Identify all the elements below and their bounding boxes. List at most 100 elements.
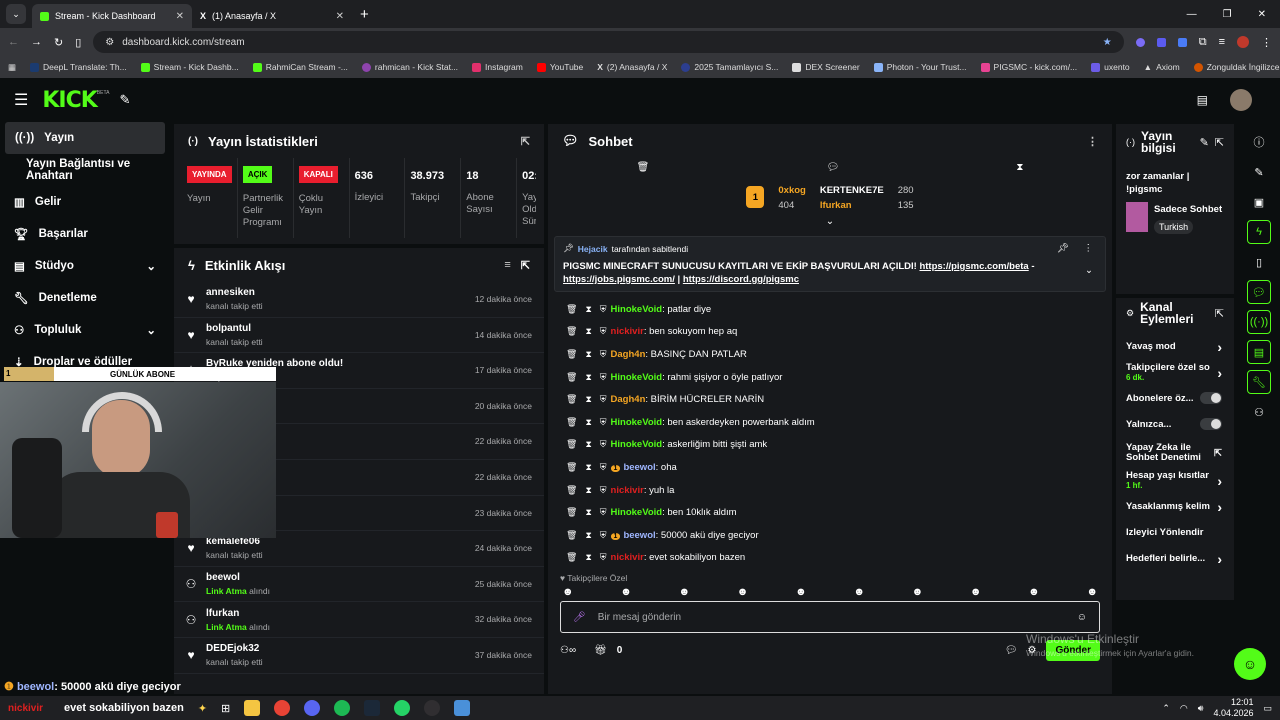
trash-icon[interactable]: 🗑︎ bbox=[566, 485, 577, 496]
sidebar-item-topluluk[interactable]: ⚇ Topluluk ⌄ bbox=[0, 314, 170, 346]
obs-icon[interactable] bbox=[424, 700, 441, 716]
channel-action[interactable]: Takipçilere özel so 6 dk. › bbox=[1116, 360, 1234, 386]
shield-icon[interactable]: ⛨ bbox=[600, 326, 607, 337]
chat-message[interactable]: 🗑︎ ⧗ ⛨ HinokeVoid: ben 10klık aldım bbox=[548, 501, 1112, 524]
tab-x[interactable]: X (1) Anasayfa / X ✕ bbox=[192, 4, 352, 28]
shield-icon[interactable]: ⛨ bbox=[600, 372, 607, 383]
more-icon[interactable]: ⋮ bbox=[1087, 135, 1098, 148]
sidebar-item-denetleme[interactable]: 🔧︎ Denetleme bbox=[0, 282, 170, 314]
close-tab-icon[interactable]: ✕ bbox=[176, 11, 184, 22]
hourglass-icon[interactable]: ⧗ bbox=[585, 349, 591, 360]
edit-icon[interactable]: ✎ bbox=[1200, 136, 1209, 149]
microphone-icon[interactable]: 🎤︎ bbox=[573, 612, 586, 623]
emote-icon[interactable]: ☻ bbox=[562, 586, 574, 598]
chat-message[interactable]: 🗑︎ ⧗ ⛨ 1 beewol: oha bbox=[548, 456, 1112, 479]
sidebar-item-studyo[interactable]: ▤ Stüdyo ⌄ bbox=[0, 250, 170, 282]
chat-bubble-icon[interactable]: 💬︎ bbox=[1247, 280, 1271, 304]
pinned-link[interactable]: https://pigsmc.com/beta bbox=[919, 261, 1028, 272]
chat-username[interactable]: nickivir bbox=[611, 552, 644, 563]
chat-username[interactable]: nickivir bbox=[611, 326, 644, 337]
shield-icon[interactable]: ⛨ bbox=[600, 530, 607, 541]
shield-icon[interactable]: ⛨ bbox=[600, 462, 607, 473]
back-icon[interactable]: ← bbox=[8, 36, 19, 48]
hourglass-icon[interactable]: ⧗ bbox=[585, 485, 591, 496]
hourglass-icon[interactable]: ⧗ bbox=[585, 372, 591, 383]
toggle-switch[interactable] bbox=[1200, 391, 1222, 407]
sidebar-item-gelir[interactable]: ▥ Gelir bbox=[0, 186, 170, 218]
bookmark-kick-dashboard[interactable]: Stream - Kick Dashb... bbox=[140, 62, 239, 72]
shield-icon[interactable]: ⛨ bbox=[600, 349, 607, 360]
trash-icon[interactable]: 🗑︎ bbox=[566, 326, 577, 337]
apps-grid-icon[interactable]: ▦ bbox=[8, 62, 16, 73]
bookmark-kick-stats[interactable]: rahmican - Kick Stat... bbox=[361, 62, 458, 72]
trash-icon[interactable]: 🗑︎ bbox=[566, 394, 577, 405]
tray-expand-icon[interactable]: ⌃ bbox=[1162, 703, 1170, 714]
hourglass-icon[interactable]: ⧗ bbox=[585, 530, 591, 541]
hamburger-menu-icon[interactable]: ☰ bbox=[14, 90, 28, 110]
emote-icon[interactable]: ☻ bbox=[1086, 586, 1098, 598]
leader-name[interactable]: KERTENKE7E bbox=[820, 185, 884, 196]
popout-icon[interactable]: ⇱ bbox=[521, 259, 530, 272]
shield-icon[interactable]: ⛨ bbox=[600, 394, 607, 405]
sidebar-item-stream-key[interactable]: Yayın Bağlantısı ve Anahtarı bbox=[0, 154, 170, 186]
close-tab-icon[interactable]: ✕ bbox=[336, 11, 344, 22]
chat-message[interactable]: 🗑︎ ⧗ ⛨ HinokeVoid: ben askerdeyken powerban… bbox=[548, 411, 1112, 434]
support-button[interactable]: ☺ bbox=[1234, 648, 1266, 680]
channel-action[interactable]: İzleyici Yönlendir bbox=[1116, 520, 1234, 546]
popout-icon[interactable]: ⇱ bbox=[521, 135, 530, 148]
chevron-down-icon[interactable]: ⌄ bbox=[1085, 265, 1093, 276]
chevron-right-icon[interactable]: › bbox=[1217, 551, 1222, 567]
new-tab-button[interactable]: + bbox=[360, 6, 369, 23]
emote-icon[interactable]: ☻ bbox=[737, 586, 749, 598]
pinned-by[interactable]: Hejacik bbox=[578, 244, 608, 254]
sidebar-item-yayin[interactable]: ((·)) Yayın bbox=[5, 122, 165, 154]
channel-action[interactable]: Yalnızca... bbox=[1116, 412, 1234, 438]
hourglass-icon[interactable]: ⧗ bbox=[1016, 162, 1023, 173]
emoji-icon[interactable]: ☺ bbox=[1077, 612, 1087, 623]
activity-event[interactable]: ♥ bolpantul kanalı takip etti 14 dakika önc… bbox=[174, 318, 544, 354]
emote-icon[interactable]: ☻ bbox=[1028, 586, 1040, 598]
user-avatar[interactable] bbox=[1230, 89, 1252, 111]
emote-icon[interactable]: ☻ bbox=[679, 586, 691, 598]
chevron-right-icon[interactable]: › bbox=[1217, 339, 1222, 355]
edit-icon[interactable]: ✎ bbox=[1247, 160, 1271, 184]
bookmark-tamamlayici[interactable]: 2025 Tamamlayıcı S... bbox=[681, 62, 778, 72]
leader-name[interactable]: lfurkan bbox=[820, 200, 884, 211]
hourglass-icon[interactable]: ⧗ bbox=[585, 304, 591, 315]
activity-event[interactable]: ♥ DEDEjok32 kanalı takip etti 37 dakika önc… bbox=[174, 638, 544, 674]
forward-icon[interactable]: → bbox=[31, 36, 42, 48]
shield-icon[interactable]: ⛨ bbox=[600, 552, 607, 563]
channel-action[interactable]: Yasaklanmış kelim › bbox=[1116, 494, 1234, 520]
activity-event[interactable]: ⚇ lfurkan Link Atma alındı 32 dakika önce bbox=[174, 602, 544, 638]
bookmark-star-icon[interactable]: ★ bbox=[1103, 37, 1112, 48]
trash-icon[interactable]: 🗑︎ bbox=[566, 349, 577, 360]
community-icon[interactable]: ⚇∞ bbox=[560, 645, 576, 656]
clock[interactable]: 12:01 4.04.2026 bbox=[1213, 697, 1253, 719]
chat-username[interactable]: HinokeVoid bbox=[611, 507, 663, 518]
shield-icon[interactable]: ⛨ bbox=[600, 507, 607, 518]
trash-icon[interactable]: 🗑︎ bbox=[566, 507, 577, 518]
bookmark-axiom[interactable]: ▲ Axiom bbox=[1144, 62, 1180, 72]
chat-username[interactable]: beewol bbox=[623, 530, 655, 541]
collapse-leaderboard-icon[interactable]: ⌄ bbox=[548, 216, 1112, 230]
discord-icon[interactable] bbox=[304, 700, 321, 716]
bookmark-deepl[interactable]: DeepL Translate: Th... bbox=[30, 62, 127, 72]
bookmark-dex-screener[interactable]: DEX Screener bbox=[792, 62, 860, 72]
unpin-icon[interactable]: 📌︎ bbox=[1057, 243, 1069, 254]
hourglass-icon[interactable]: ⧗ bbox=[585, 552, 591, 563]
channel-action[interactable]: Abonelere öz... bbox=[1116, 386, 1234, 412]
activity-event[interactable]: ♥ annesiken kanalı takip etti 12 dakika önc… bbox=[174, 282, 544, 318]
chat-message[interactable]: 🗑︎ ⧗ ⛨ nickivir: yuh la bbox=[548, 479, 1112, 502]
chat-username[interactable]: HinokeVoid bbox=[611, 417, 663, 428]
kick-logo[interactable]: KICK bbox=[42, 88, 97, 113]
community-icon[interactable]: ⚇ bbox=[1247, 400, 1271, 424]
reading-list-icon[interactable]: ≡ bbox=[1219, 36, 1225, 48]
more-icon[interactable]: ⋮ bbox=[1084, 243, 1094, 254]
whatsapp-icon[interactable] bbox=[394, 700, 411, 716]
close-window-icon[interactable]: ✕ bbox=[1258, 9, 1266, 20]
info-icon[interactable]: ⓘ bbox=[1247, 130, 1271, 154]
chat-message[interactable]: 🗑︎ ⧗ ⛨ Dagh4n: BASINÇ DAN PATLAR bbox=[548, 343, 1112, 366]
activity-event[interactable]: ⚇ beewol Link Atma alındı 25 dakika önce bbox=[174, 567, 544, 603]
bookmark-photon[interactable]: Photon - Your Trust... bbox=[873, 62, 967, 72]
chat-bubble-icon[interactable]: 💬︎ bbox=[826, 162, 839, 173]
